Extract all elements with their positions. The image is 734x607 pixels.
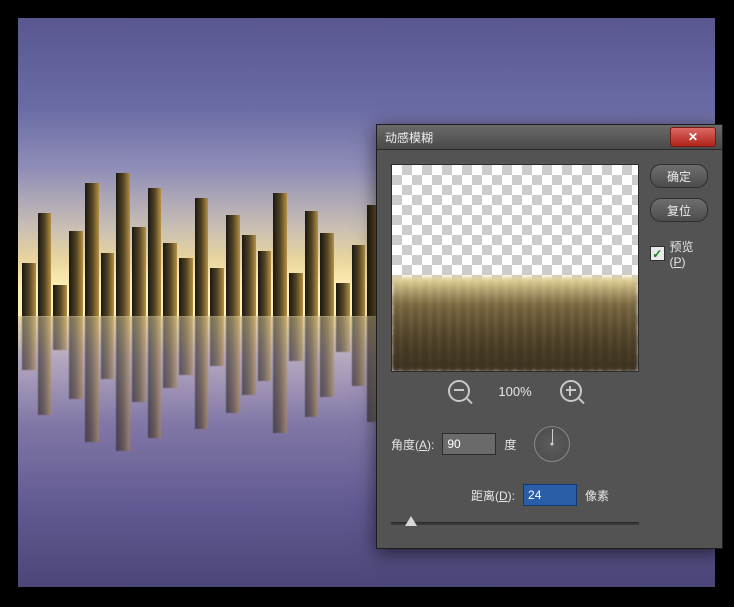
close-button[interactable]: ✕ [670, 127, 716, 147]
close-icon: ✕ [688, 130, 698, 144]
angle-input[interactable] [442, 433, 496, 455]
slider-thumb[interactable] [405, 516, 417, 526]
preview-checkbox-row[interactable]: 预览(P) [650, 238, 708, 269]
zoom-out-icon[interactable] [448, 380, 470, 402]
canvas-area: 动感模糊 ✕ 100% 确定 复位 预览(P) [18, 18, 715, 587]
filter-preview[interactable] [391, 164, 639, 372]
angle-unit: 度 [504, 436, 516, 453]
zoom-in-icon[interactable] [560, 380, 582, 402]
distance-input[interactable] [523, 484, 577, 506]
preview-label: 预览(P) [670, 238, 709, 269]
ok-button[interactable]: 确定 [650, 164, 708, 188]
dialog-titlebar[interactable]: 动感模糊 ✕ [377, 125, 722, 150]
motion-blur-dialog: 动感模糊 ✕ 100% 确定 复位 预览(P) [376, 124, 723, 549]
angle-dial-icon[interactable] [534, 426, 570, 462]
preview-checkbox[interactable] [650, 246, 665, 261]
zoom-controls: 100% [391, 380, 639, 402]
dialog-title: 动感模糊 [385, 129, 433, 146]
dialog-right-column: 确定 复位 预览(P) [650, 164, 708, 269]
distance-slider[interactable] [391, 516, 639, 530]
distance-row: 距离(D): 像素 [391, 484, 708, 506]
distance-label: 距离(D): [471, 487, 515, 504]
angle-center-dot [551, 443, 554, 446]
distance-unit: 像素 [585, 487, 609, 504]
zoom-level: 100% [498, 384, 531, 399]
angle-row: 角度(A): 度 [391, 426, 708, 462]
angle-label: 角度(A): [391, 436, 434, 453]
ok-label: 确定 [667, 168, 691, 185]
slider-track [391, 522, 639, 525]
reset-label: 复位 [667, 202, 691, 219]
preview-streaks [392, 273, 638, 371]
dialog-body: 100% 确定 复位 预览(P) 角度(A): 度 [377, 150, 722, 548]
reset-button[interactable]: 复位 [650, 198, 708, 222]
